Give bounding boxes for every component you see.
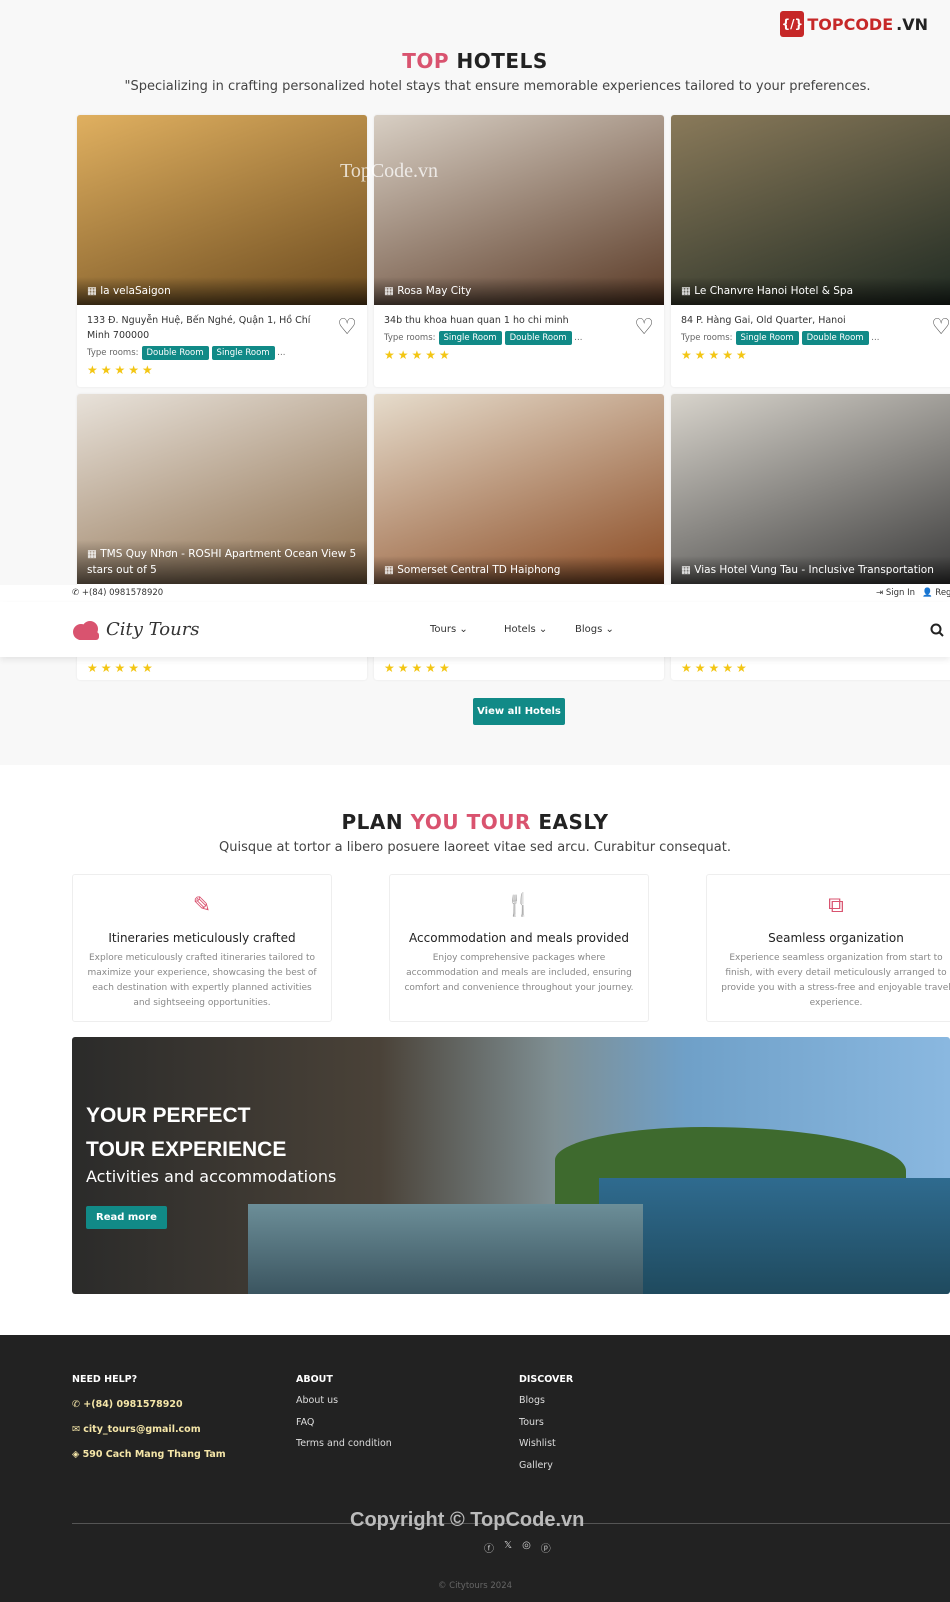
nav-blogs[interactable]: Blogs ⌄ (575, 624, 614, 635)
footer-about-title: ABOUT (296, 1374, 333, 1385)
hotel-card[interactable]: ▦ la velaSaigon 133 Đ. Nguyễn Huệ, Bến Ng… (77, 115, 367, 387)
hotels-subtitle: "Specializing in crafting personalized h… (124, 79, 871, 94)
tour-banner: YOUR PERFECT TOUR EXPERIENCE Activities a… (72, 1037, 950, 1294)
star-rating: ★★★★★ (681, 348, 750, 362)
star-rating: ★★★★★ (87, 363, 156, 377)
cloud-logo-icon (73, 620, 99, 640)
type-rooms-label: Type rooms: (87, 348, 139, 358)
hotel-image[interactable]: ▦ Le Chanvre Hanoi Hotel & Spa (671, 115, 950, 305)
view-all-hotels-button[interactable]: View all Hotels (473, 698, 565, 725)
footer-email[interactable]: ✉ city_tours@gmail.com (72, 1424, 201, 1435)
nav-tours[interactable]: Tours ⌄ (430, 624, 468, 635)
hotel-name[interactable]: la velaSaigon (100, 285, 170, 297)
type-rooms-label: Type rooms: (384, 333, 436, 343)
hotel-address: 133 Đ. Nguyễn Huệ, Bến Nghé, Quận 1, Hồ … (87, 315, 311, 341)
hotel-name[interactable]: Somerset Central TD Haiphong (397, 564, 560, 576)
hotel-image[interactable]: ▦ la velaSaigon (77, 115, 367, 305)
hotel-image[interactable]: ▦ Vias Hotel Vung Tau - Inclusive Transp… (671, 394, 950, 584)
hotel-image[interactable]: ▦ TMS Quy Nhơn - ROSHI Apartment Ocean V… (77, 394, 367, 584)
building-icon: ▦ (681, 564, 691, 576)
search-icon[interactable] (930, 623, 944, 637)
banner-title: YOUR PERFECT TOUR EXPERIENCE (86, 1104, 287, 1161)
footer-copyright: © Citytours 2024 (437, 1581, 513, 1591)
hotel-card[interactable]: ▦ Le Chanvre Hanoi Hotel & Spa 84 P. Hàng… (671, 115, 950, 387)
footer-link[interactable]: About us (296, 1395, 338, 1406)
star-rating: ★★★★★ (384, 661, 453, 675)
footer-link[interactable]: FAQ (296, 1417, 314, 1428)
copyright-watermark: Copyright © TopCode.vn (350, 1509, 585, 1531)
sign-in-link[interactable]: ⇥ Sign In (876, 588, 915, 598)
star-rating: ★★★★★ (87, 661, 156, 675)
building-icon: ▦ (87, 285, 97, 297)
room-type-tag: Single Room (211, 346, 275, 360)
heart-icon[interactable]: ♡ (337, 315, 357, 340)
plan-subtitle: Quisque at tortor a libero posuere laore… (219, 840, 731, 855)
feature-title: Itineraries meticulously crafted (108, 931, 296, 945)
pinterest-icon[interactable]: ⓟ (541, 1540, 551, 1555)
footer-link[interactable]: Tours (519, 1417, 544, 1428)
edit-icon: ✎ (192, 893, 212, 918)
read-more-button[interactable]: Read more (86, 1206, 167, 1229)
building-icon: ▦ (384, 285, 394, 297)
star-rating: ★★★★★ (681, 661, 750, 675)
feature-title: Seamless organization (768, 931, 904, 945)
hotel-address: 34b thu khoa huan quan 1 ho chi minh (384, 315, 569, 326)
feature-text: Enjoy comprehensive packages where accom… (404, 953, 634, 993)
city-tours-logo[interactable]: City Tours (72, 619, 200, 640)
utensils-icon: 🍴 (505, 893, 533, 918)
heart-icon[interactable]: ♡ (931, 315, 950, 340)
room-type-tag: Double Room (504, 331, 572, 345)
footer-help-title: NEED HELP? (72, 1374, 138, 1385)
footer-link[interactable]: Wishlist (519, 1438, 556, 1449)
x-icon[interactable]: 𝕏 (504, 1540, 512, 1555)
site-header: City Tours Tours ⌄ Hotels ⌄ Blogs ⌄ (0, 602, 950, 657)
heart-icon[interactable]: ♡ (634, 315, 654, 340)
feature-text: Explore meticulously crafted itineraries… (87, 953, 317, 1008)
feature-card: ✎ Itineraries meticulously crafted Explo… (72, 874, 332, 1022)
feature-card: 🍴 Accommodation and meals provided Enjoy… (389, 874, 649, 1022)
building-icon: ▦ (87, 548, 97, 560)
topbar-phone[interactable]: ✆ +(84) 0981578920 (72, 588, 163, 598)
footer-link[interactable]: Gallery (519, 1460, 553, 1471)
footer-address: ◈ 590 Cach Mang Thang Tam (72, 1449, 226, 1460)
footer-link[interactable]: Blogs (519, 1395, 545, 1406)
room-type-tag: Single Room (735, 331, 799, 345)
image-watermark: TopCode.vn (340, 160, 439, 182)
hotel-card[interactable]: ▦ Rosa May City 34b thu khoa huan quan 1 … (374, 115, 664, 387)
star-rating: ★★★★★ (384, 348, 453, 362)
sitemap-icon: ⧉ (828, 893, 844, 918)
hotel-image[interactable]: ▦ Rosa May City (374, 115, 664, 305)
topcode-logo: {/} TOPCODE .VN (780, 10, 928, 38)
hotels-title: TOP HOTELS (402, 49, 548, 73)
facebook-icon[interactable]: ⓕ (484, 1540, 494, 1555)
feature-title: Accommodation and meals provided (409, 931, 629, 945)
hotel-name[interactable]: TMS Quy Nhơn - ROSHI Apartment Ocean Vie… (87, 548, 356, 576)
nav-hotels[interactable]: Hotels ⌄ (504, 624, 547, 635)
footer-phone[interactable]: ✆ +(84) 0981578920 (72, 1399, 183, 1410)
type-rooms-label: Type rooms: (681, 333, 733, 343)
feature-card: ⧉ Seamless organization Experience seaml… (706, 874, 950, 1022)
footer-link[interactable]: Terms and condition (296, 1438, 392, 1449)
room-type-tag: Double Room (141, 346, 209, 360)
banner-subtitle: Activities and accommodations (86, 1167, 337, 1186)
building-icon: ▦ (681, 285, 691, 297)
hotel-name[interactable]: Le Chanvre Hanoi Hotel & Spa (694, 285, 853, 297)
top-bar: ✆ +(84) 0981578920 ⇥ Sign In 👤 Regi (0, 585, 950, 602)
feature-text: Experience seamless organization from st… (721, 953, 950, 1008)
room-type-tag: Double Room (801, 331, 869, 345)
building-icon: ▦ (384, 564, 394, 576)
footer-discover-title: DISCOVER (519, 1374, 574, 1385)
hotel-address: 84 P. Hàng Gai, Old Quarter, Hanoi (681, 315, 846, 326)
instagram-icon[interactable]: ◎ (522, 1540, 531, 1555)
hotel-image[interactable]: ▦ Somerset Central TD Haiphong (374, 394, 664, 584)
room-type-tag: Single Room (438, 331, 502, 345)
hotel-name[interactable]: Rosa May City (397, 285, 471, 297)
register-link[interactable]: 👤 Regi (922, 588, 950, 598)
plan-title: PLAN YOU TOUR EASLY (341, 810, 609, 834)
hotel-name[interactable]: Vias Hotel Vung Tau - Inclusive Transpor… (694, 564, 934, 576)
footer: NEED HELP? ✆ +(84) 0981578920 ✉ city_tou… (0, 1335, 950, 1602)
